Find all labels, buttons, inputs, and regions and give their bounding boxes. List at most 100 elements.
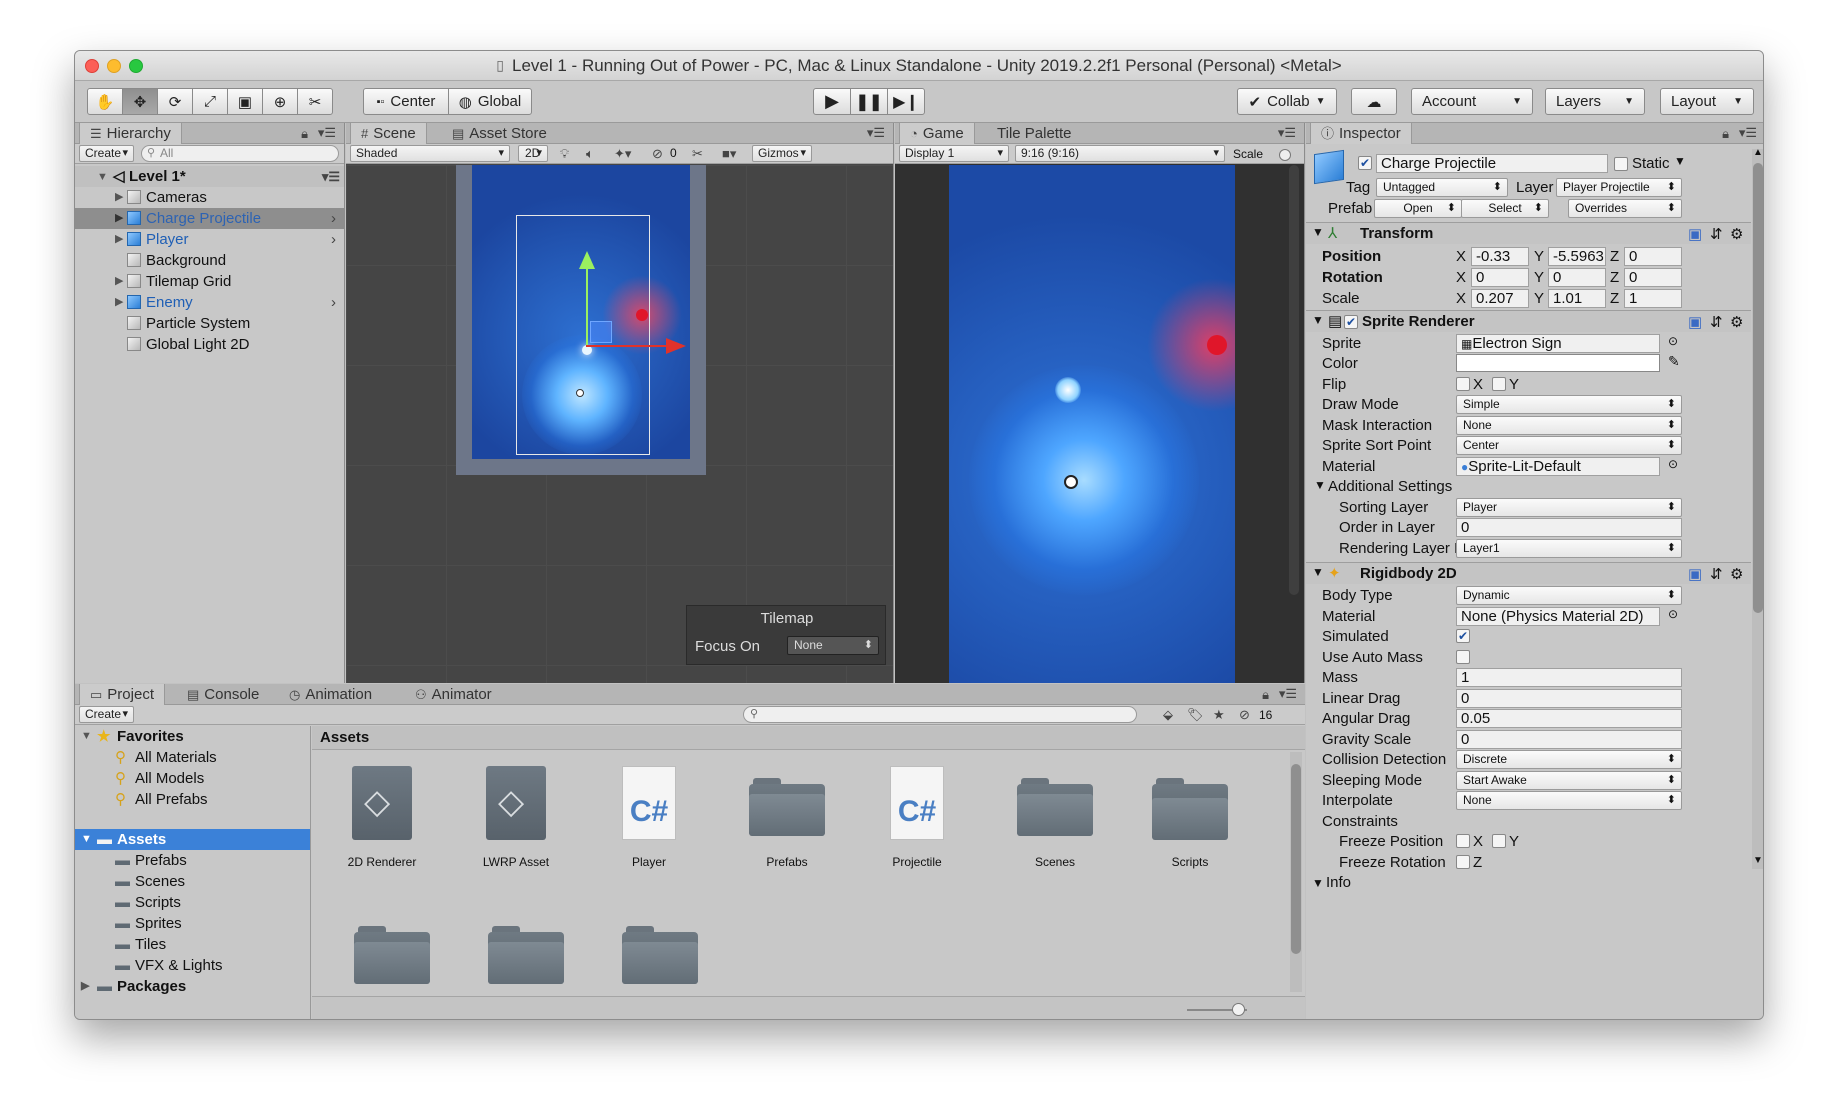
expand-arrow-icon[interactable]: ▼	[1312, 313, 1324, 327]
hierarchy-item-player[interactable]: ▶ Player ›	[75, 229, 344, 250]
aspect-dropdown[interactable]: 9:16 (9:16)	[1015, 145, 1225, 162]
tag-icon[interactable]: 🏷︎	[1187, 707, 1204, 723]
folder-vfx-lights[interactable]: ▬ VFX & Lights	[75, 955, 310, 976]
flip-x-checkbox[interactable]	[1456, 377, 1470, 391]
rotation-y-field[interactable]: 0	[1548, 268, 1606, 287]
freeze-position-x-checkbox[interactable]	[1456, 834, 1470, 848]
scene-header-row[interactable]: ▼ ◁ Level 1* ▾☰	[75, 166, 344, 187]
folder-scenes[interactable]: ▬ Scenes	[75, 871, 310, 892]
interpolate-dropdown[interactable]: None	[1456, 791, 1682, 810]
tab-tile-palette[interactable]: Tile Palette	[987, 123, 1081, 144]
camera-icon[interactable]: ■▾	[722, 146, 736, 162]
eyedropper-icon[interactable]: ✎	[1668, 353, 1680, 370]
rigidbody-header[interactable]: ▼ ✦ Rigidbody 2D ▣ ⇵ ⚙	[1306, 562, 1751, 584]
transform-header[interactable]: ▼ ⅄ Transform ▣ ⇵ ⚙	[1306, 222, 1751, 244]
filter-type-icon[interactable]: ⬙	[1163, 707, 1173, 723]
asset-scripts-folder[interactable]	[1152, 778, 1228, 840]
rotation-z-field[interactable]: 0	[1624, 268, 1682, 287]
help-icon[interactable]: ▣	[1688, 225, 1702, 243]
angular-drag-field[interactable]: 0.05	[1456, 709, 1682, 728]
hierarchy-item-global-light[interactable]: Global Light 2D	[75, 334, 344, 355]
favorite-all-models[interactable]: ⚲ All Models	[75, 768, 310, 789]
sprite-sort-point-dropdown[interactable]: Center	[1456, 436, 1682, 455]
tab-console[interactable]: ▤ Console	[177, 684, 269, 705]
favorite-all-prefabs[interactable]: ⚲ All Prefabs	[75, 789, 310, 810]
layout-dropdown[interactable]: Layout ▼	[1660, 88, 1754, 115]
zoom-window-button[interactable]	[129, 59, 143, 73]
object-picker-icon[interactable]: ⊙	[1668, 457, 1678, 471]
tools-icon[interactable]: ✂	[692, 146, 703, 162]
tab-hierarchy[interactable]: ☰ Hierarchy	[79, 123, 182, 144]
lighting-icon[interactable]: 💡︎	[560, 146, 569, 162]
position-z-field[interactable]: 0	[1624, 247, 1682, 266]
focus-on-dropdown[interactable]: None ⬍	[787, 636, 879, 655]
collapsed-arrow-icon[interactable]: ▶	[115, 292, 123, 313]
position-x-field[interactable]: -0.33	[1471, 247, 1529, 266]
move-gizmo-y-axis[interactable]	[586, 265, 588, 345]
expand-arrow-icon[interactable]: ▼	[97, 167, 108, 188]
presets-icon[interactable]: ⇵	[1710, 565, 1723, 583]
position-y-field[interactable]: -5.5963	[1548, 247, 1606, 266]
color-swatch[interactable]	[1456, 354, 1660, 372]
hand-tool-button[interactable]: ✋	[87, 88, 123, 115]
create-dropdown[interactable]: Create	[79, 145, 134, 162]
expand-arrow-icon[interactable]: ▼	[81, 829, 92, 850]
pause-button[interactable]: ❚❚	[850, 88, 888, 115]
expand-arrow-icon[interactable]: ▼	[1312, 565, 1324, 579]
lock-icon[interactable]: 🔒︎	[301, 126, 308, 142]
object-picker-icon[interactable]: ⊙	[1668, 334, 1678, 348]
game-viewport[interactable]	[949, 165, 1235, 683]
project-search-input[interactable]: ⚲	[743, 706, 1137, 723]
gear-icon[interactable]: ⚙	[1730, 225, 1743, 243]
sprite-field[interactable]: ▦Electron Sign	[1456, 334, 1660, 353]
move-gizmo-y-arrow[interactable]	[579, 251, 595, 269]
hierarchy-item-particle-system[interactable]: Particle System	[75, 313, 344, 334]
rendering-layer-mask-dropdown[interactable]: Layer1	[1456, 539, 1682, 558]
move-tool-button[interactable]: ✥	[122, 88, 158, 115]
hierarchy-item-tilemap-grid[interactable]: ▶ Tilemap Grid	[75, 271, 344, 292]
asset-lwrp-asset[interactable]: ◇	[486, 766, 546, 840]
scale-x-field[interactable]: 0.207	[1471, 289, 1529, 308]
asset-folder-tiles[interactable]	[488, 926, 564, 984]
breadcrumb[interactable]: Assets	[320, 729, 369, 746]
asset-scroll-thumb[interactable]	[1291, 764, 1301, 954]
expand-arrow-icon[interactable]: ▼	[1314, 478, 1326, 492]
hierarchy-item-cameras[interactable]: ▶ Cameras	[75, 187, 344, 208]
info-foldout[interactable]: Info	[1326, 874, 1351, 891]
transform-tool-button[interactable]: ⊕	[262, 88, 298, 115]
account-dropdown[interactable]: Account ▼	[1411, 88, 1533, 115]
effects-icon[interactable]: ✦▾	[614, 146, 631, 162]
asset-projectile-script[interactable]: C#	[890, 766, 944, 840]
pivot-global-button[interactable]: ◍ Global	[448, 88, 532, 115]
folder-tiles[interactable]: ▬ Tiles	[75, 934, 310, 955]
display-dropdown[interactable]: Display 1	[899, 145, 1009, 162]
tab-animation[interactable]: ◷ Animation	[279, 684, 382, 705]
sleeping-mode-dropdown[interactable]: Start Awake	[1456, 771, 1682, 790]
freeze-rotation-z-checkbox[interactable]	[1456, 855, 1470, 869]
move-gizmo-x-axis[interactable]	[586, 345, 668, 347]
prefab-open-button[interactable]: Open	[1374, 199, 1462, 218]
asset-scrollbar[interactable]	[1290, 752, 1302, 992]
panel-menu-icon[interactable]: ▾☰	[867, 125, 885, 141]
chevron-right-icon[interactable]: ›	[331, 208, 336, 229]
collab-dropdown[interactable]: ✔ Collab ▼	[1237, 88, 1337, 115]
project-create-dropdown[interactable]: Create	[79, 706, 134, 723]
cloud-button[interactable]: ☁	[1351, 88, 1397, 115]
order-in-layer-field[interactable]: 0	[1456, 518, 1682, 537]
rect-tool-button[interactable]: ▣	[227, 88, 263, 115]
flip-y-checkbox[interactable]	[1492, 377, 1506, 391]
hierarchy-search-input[interactable]: ⚲ All	[141, 145, 339, 162]
assets-root-row[interactable]: ▼ ▬ Assets	[75, 829, 310, 850]
favorites-row[interactable]: ▼ ★ Favorites	[75, 726, 310, 747]
panel-menu-icon[interactable]: ▾☰	[1279, 686, 1297, 702]
chevron-right-icon[interactable]: ›	[331, 292, 336, 313]
help-icon[interactable]: ▣	[1688, 313, 1702, 331]
tab-inspector[interactable]: ⓘ Inspector	[1310, 123, 1412, 144]
asset-scenes-folder[interactable]	[1017, 778, 1093, 836]
help-icon[interactable]: ▣	[1688, 565, 1702, 583]
object-picker-icon[interactable]: ⊙	[1668, 607, 1678, 621]
rotate-tool-button[interactable]: ⟳	[157, 88, 193, 115]
move-gizmo-x-arrow[interactable]	[666, 338, 686, 354]
folder-sprites[interactable]: ▬ Sprites	[75, 913, 310, 934]
collapsed-arrow-icon[interactable]: ▶	[81, 976, 89, 997]
